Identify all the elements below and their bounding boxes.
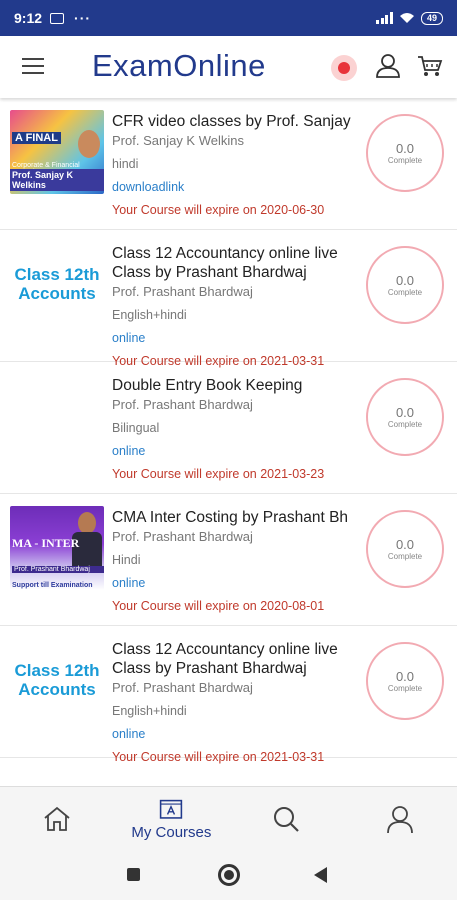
course-thumbnail: Class 12th Accounts <box>10 242 104 326</box>
thumbnail-text: Accounts <box>18 284 96 303</box>
progress-label: Complete <box>387 287 423 297</box>
progress-ring: 0.0 Complete <box>366 510 444 588</box>
course-professor: Prof. Prashant Bhardwaj <box>112 284 253 299</box>
course-language: Bilingual <box>112 421 160 435</box>
wifi-icon <box>399 13 414 23</box>
progress-ring: 0.0 Complete <box>366 114 444 192</box>
progress-label: Complete <box>387 683 423 693</box>
course-thumbnail: A FINAL Corporate & Financial Reporting … <box>10 110 104 194</box>
progress-ring: 0.0 Complete <box>366 246 444 324</box>
course-list: A FINAL Corporate & Financial Reporting … <box>0 98 457 786</box>
system-nav-bar <box>0 850 457 900</box>
message-icon <box>50 12 65 24</box>
course-title: Class 12 Accountancy online live Class b… <box>112 245 338 281</box>
status-bar: 9:12 ··· 49 <box>0 0 457 36</box>
search-icon <box>273 807 299 832</box>
nav-label: My Courses <box>131 823 212 841</box>
course-card[interactable]: MA - INTER Prof. Prashant Bhardwaj Suppo… <box>0 494 457 626</box>
home-icon <box>44 806 70 831</box>
progress-value: 0.0 <box>395 668 415 684</box>
app-title: ExamOnline <box>92 48 266 83</box>
course-mode-link[interactable]: online <box>112 727 364 741</box>
account-icon[interactable] <box>374 52 402 80</box>
instructor-photo <box>78 512 96 534</box>
progress-label: Complete <box>387 419 423 429</box>
course-language: hindi <box>112 157 139 171</box>
course-thumbnail: MA - INTER Prof. Prashant Bhardwaj Suppo… <box>10 506 104 590</box>
course-card[interactable]: A FINAL Corporate & Financial Reporting … <box>0 98 457 230</box>
progress-value: 0.0 <box>395 272 415 288</box>
thumbnail-text: Class 12th <box>14 661 100 680</box>
progress-ring: 0.0 Complete <box>366 642 444 720</box>
course-professor: Prof. Prashant Bhardwaj <box>112 397 253 412</box>
course-mode-link[interactable]: downloadlink <box>112 180 364 194</box>
thumbnail-text: Support till Examination <box>12 582 93 589</box>
cart-icon[interactable] <box>416 52 444 80</box>
profile-icon <box>386 806 413 834</box>
course-language: English+hindi <box>112 704 187 718</box>
course-title: Double Entry Book Keeping <box>112 377 303 394</box>
more-notifications-icon: ··· <box>74 10 92 26</box>
progress-value: 0.0 <box>395 404 415 420</box>
progress-value: 0.0 <box>395 536 415 552</box>
course-thumbnail: Class 12th Accounts <box>10 638 104 722</box>
battery-indicator: 49 <box>420 11 443 25</box>
progress-label: Complete <box>387 155 423 165</box>
course-expiry: Your Course will expire on 2020-08-01 <box>112 599 325 613</box>
signal-icon <box>376 12 393 24</box>
course-mode-link[interactable]: online <box>112 444 364 458</box>
app-header: ExamOnline <box>0 36 457 98</box>
course-professor: Prof. Prashant Bhardwaj <box>112 529 253 544</box>
thumbnail-text: MA - INTER <box>12 536 80 550</box>
course-card[interactable]: Class 12th Accounts Class 12 Accountancy… <box>0 230 457 368</box>
course-card[interactable]: Class 12th Accounts Class 12 Accountancy… <box>0 626 457 764</box>
nav-home[interactable] <box>0 787 114 851</box>
thumbnail-text: Prof. Sanjay K Welkins <box>10 169 104 191</box>
course-mode-link[interactable]: online <box>112 331 364 345</box>
course-expiry: Your Course will expire on 2021-03-23 <box>112 467 325 481</box>
nav-my-courses[interactable]: My Courses <box>114 787 228 851</box>
live-indicator-icon[interactable] <box>331 55 357 81</box>
bottom-nav: My Courses <box>0 786 457 850</box>
course-title: CMA Inter Costing by Prashant Bh <box>112 509 349 526</box>
course-card[interactable]: Double Entry Book Keeping Prof. Prashant… <box>0 362 457 494</box>
progress-label: Complete <box>387 551 423 561</box>
thumbnail-text: Accounts <box>18 680 96 699</box>
status-time: 9:12 <box>14 10 43 26</box>
home-button-icon[interactable] <box>218 864 240 886</box>
course-professor: Prof. Sanjay K Welkins <box>112 133 244 148</box>
back-icon[interactable] <box>314 867 327 883</box>
menu-icon[interactable] <box>22 58 44 76</box>
recents-icon[interactable] <box>127 868 140 881</box>
instructor-photo <box>78 130 100 158</box>
courses-icon <box>160 799 183 819</box>
thumbnail-text: Prof. Prashant Bhardwaj <box>12 566 104 573</box>
course-title: CFR video classes by Prof. Sanjay <box>112 113 351 130</box>
progress-value: 0.0 <box>395 140 415 156</box>
progress-ring: 0.0 Complete <box>366 378 444 456</box>
thumbnail-text: Class 12th <box>14 265 100 284</box>
course-expiry: Your Course will expire on 2021-03-31 <box>112 750 325 764</box>
course-mode-link[interactable]: online <box>112 576 364 590</box>
course-title: Class 12 Accountancy online live Class b… <box>112 641 338 677</box>
nav-search[interactable] <box>229 787 343 851</box>
course-expiry: Your Course will expire on 2020-06-30 <box>112 203 325 217</box>
course-professor: Prof. Prashant Bhardwaj <box>112 680 253 695</box>
thumbnail-text: A FINAL <box>12 132 61 144</box>
course-language: English+hindi <box>112 308 187 322</box>
course-language: Hindi <box>112 553 141 567</box>
nav-profile[interactable] <box>343 787 457 851</box>
